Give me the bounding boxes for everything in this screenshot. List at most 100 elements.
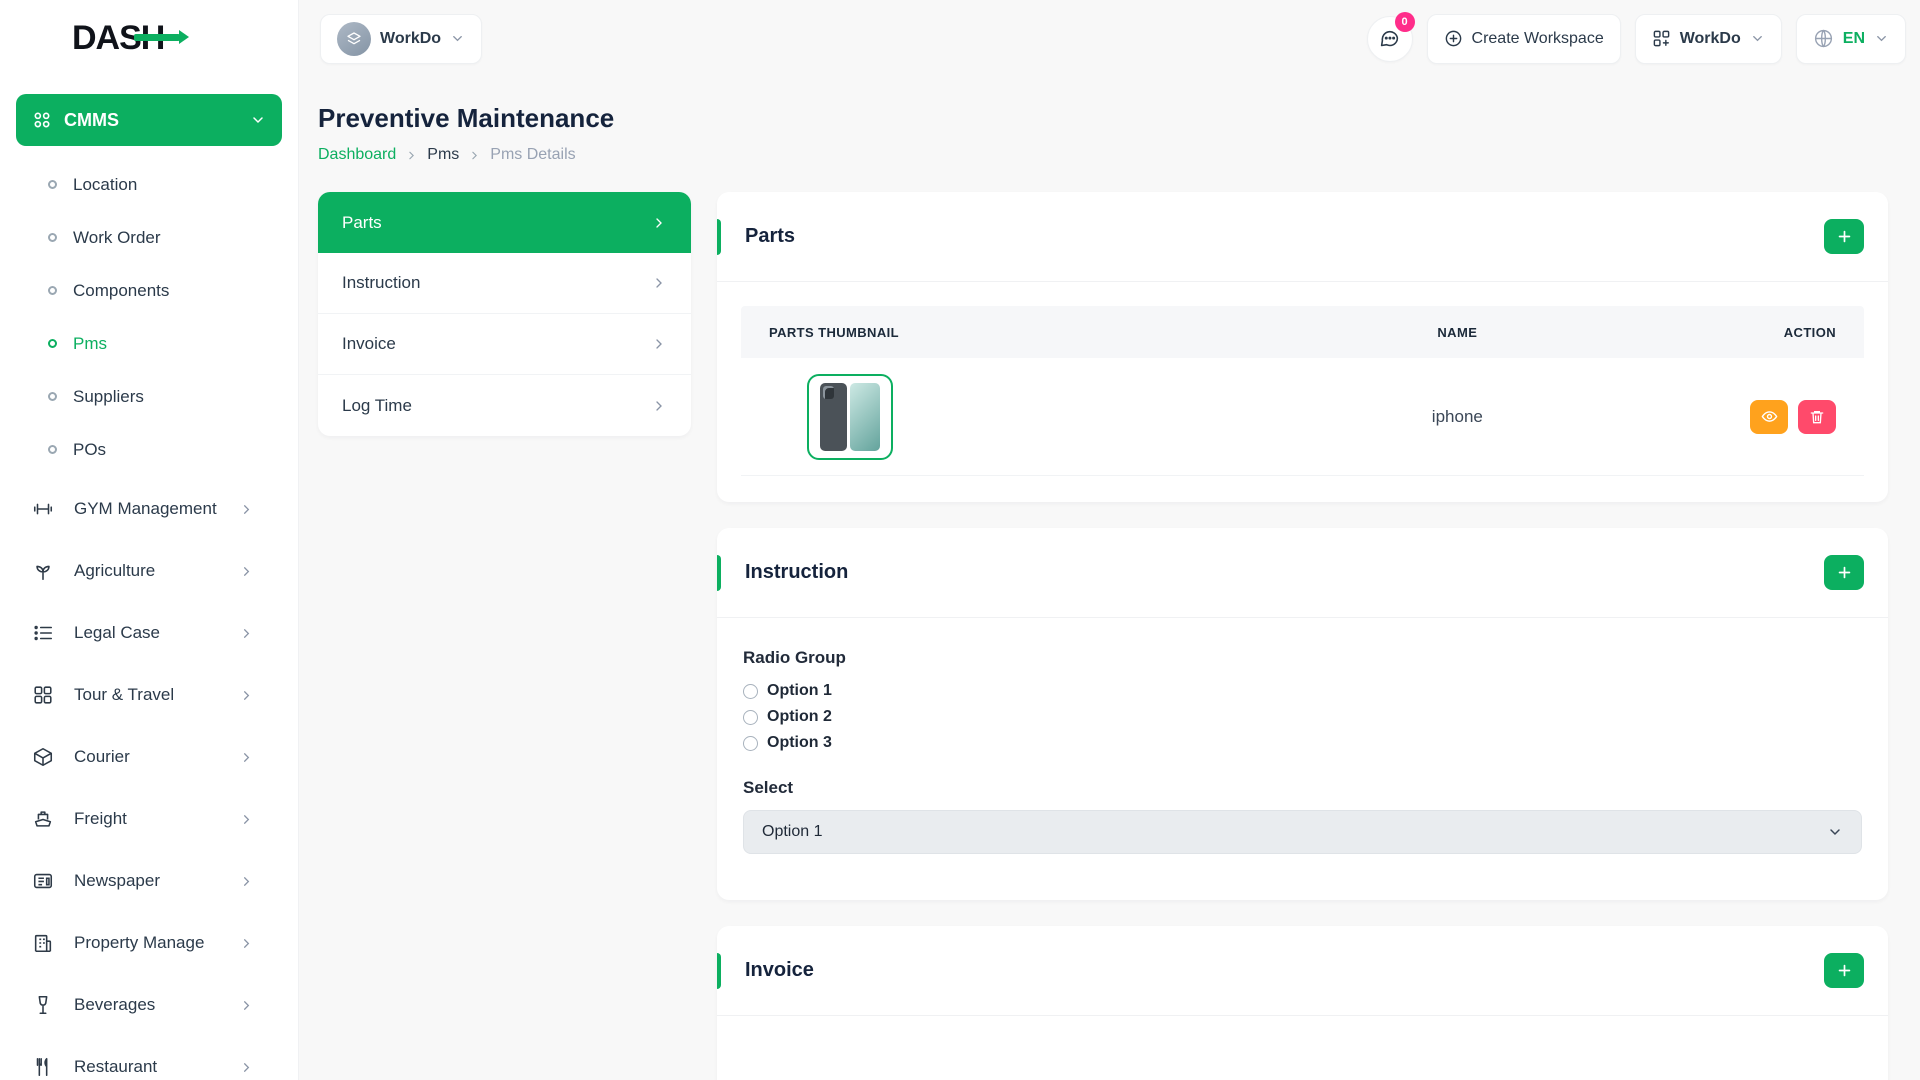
accent-bar — [717, 555, 721, 591]
sidebar: DASH CMMS Location Work Order Components… — [0, 0, 298, 1080]
col-action: ACTION — [1654, 325, 1864, 340]
parts-card-title: Parts — [741, 225, 795, 248]
chevron-right-icon — [239, 936, 254, 951]
app-switcher-dropdown[interactable]: WorkDo — [1635, 14, 1782, 64]
part-image — [820, 383, 880, 451]
parts-table-header: PARTS THUMBNAIL NAME ACTION — [741, 306, 1864, 358]
instruction-card: Instruction Radio Group Option 1 Option … — [717, 528, 1888, 900]
accent-bar — [717, 219, 721, 255]
bullet-icon — [48, 339, 57, 348]
sidebar-item-components[interactable]: Components — [0, 264, 298, 317]
sidebar-module-newspaper[interactable]: Newspaper — [0, 850, 298, 912]
sidebar-item-pms[interactable]: Pms — [0, 317, 298, 370]
invoice-card-title: Invoice — [741, 959, 814, 982]
restaurant-icon — [32, 1056, 54, 1078]
messages-count-badge: 0 — [1395, 12, 1415, 32]
plus-circle-icon — [1444, 29, 1463, 48]
sidebar-module-cmms[interactable]: CMMS — [16, 94, 282, 146]
sidebar-module-courier[interactable]: Courier — [0, 726, 298, 788]
radio-row-option-2: Option 2 — [743, 708, 1862, 726]
app-logo[interactable]: DASH — [72, 19, 164, 58]
col-name: NAME — [1261, 325, 1654, 340]
bullet-icon — [48, 392, 57, 401]
sidebar-module-tour-travel[interactable]: Tour & Travel — [0, 664, 298, 726]
menu-item-invoice[interactable]: Invoice — [318, 314, 691, 375]
chevron-right-icon — [239, 688, 254, 703]
sidebar-module-gym[interactable]: GYM Management — [0, 478, 298, 540]
add-instruction-button[interactable] — [1824, 555, 1864, 590]
chevron-right-icon — [239, 626, 254, 641]
messages-button[interactable]: 0 — [1367, 16, 1413, 62]
plus-icon — [1836, 564, 1853, 581]
radio-option-2[interactable] — [743, 710, 758, 725]
tour-travel-icon — [32, 684, 54, 706]
bullet-icon — [48, 286, 57, 295]
trash-icon — [1809, 409, 1825, 425]
chevron-right-icon — [239, 874, 254, 889]
sidebar-module-restaurant[interactable]: Restaurant — [0, 1036, 298, 1080]
chevron-down-icon — [250, 112, 266, 128]
plus-icon — [1836, 228, 1853, 245]
workspace-selector[interactable]: WorkDo — [320, 14, 482, 64]
radio-group-label: Radio Group — [743, 648, 1862, 668]
top-bar: WorkDo 0 Create Workspace WorkDo EN — [298, 0, 1920, 77]
sidebar-module-property-manage[interactable]: Property Manage — [0, 912, 298, 974]
instruction-select[interactable]: Option 1 — [743, 810, 1862, 854]
part-thumbnail[interactable] — [807, 374, 893, 460]
sidebar-item-location[interactable]: Location — [0, 158, 298, 211]
legal-case-icon — [32, 622, 54, 644]
delete-part-button[interactable] — [1798, 400, 1836, 434]
menu-item-instruction[interactable]: Instruction — [318, 253, 691, 314]
chevron-right-icon — [239, 502, 254, 517]
menu-item-log-time[interactable]: Log Time — [318, 375, 691, 436]
breadcrumb-pms[interactable]: Pms — [427, 146, 459, 164]
chevron-right-icon — [651, 275, 667, 291]
logo-arrow-icon — [134, 34, 180, 41]
radio-row-option-3: Option 3 — [743, 734, 1862, 752]
instruction-select-value: Option 1 — [762, 823, 822, 841]
add-part-button[interactable] — [1824, 219, 1864, 254]
main-content: Preventive Maintenance Dashboard Pms Pms… — [318, 77, 1888, 1080]
sidebar-module-agriculture[interactable]: Agriculture — [0, 540, 298, 602]
sidebar-module-legal-case[interactable]: Legal Case — [0, 602, 298, 664]
pm-section-menu: Parts Instruction Invoice Log Time — [318, 192, 691, 436]
bullet-icon — [48, 233, 57, 242]
chevron-right-icon — [468, 149, 481, 162]
grid-plus-icon — [1652, 29, 1671, 48]
language-selector[interactable]: EN — [1796, 14, 1906, 64]
bullet-icon — [48, 445, 57, 454]
sidebar-item-work-order[interactable]: Work Order — [0, 211, 298, 264]
chevron-right-icon — [651, 336, 667, 352]
radio-option-1[interactable] — [743, 684, 758, 699]
agriculture-icon — [32, 560, 54, 582]
sidebar-module-cmms-label: CMMS — [64, 110, 119, 131]
chevron-right-icon — [239, 1060, 254, 1075]
breadcrumb-dashboard[interactable]: Dashboard — [318, 146, 396, 164]
col-parts-thumbnail: PARTS THUMBNAIL — [741, 325, 1261, 340]
workspace-avatar — [337, 22, 371, 56]
eye-icon — [1761, 408, 1778, 425]
select-label: Select — [743, 778, 1862, 798]
instruction-card-title: Instruction — [741, 561, 848, 584]
chevron-right-icon — [239, 564, 254, 579]
chevron-down-icon — [1827, 824, 1843, 840]
sidebar-item-suppliers[interactable]: Suppliers — [0, 370, 298, 423]
menu-item-parts[interactable]: Parts — [318, 192, 691, 253]
radio-option-3[interactable] — [743, 736, 758, 751]
sidebar-module-freight[interactable]: Freight — [0, 788, 298, 850]
view-part-button[interactable] — [1750, 400, 1788, 434]
apps-grid-icon — [32, 110, 52, 130]
bullet-icon — [48, 180, 57, 189]
plus-icon — [1836, 962, 1853, 979]
chevron-right-icon — [239, 998, 254, 1013]
sidebar-module-beverages[interactable]: Beverages — [0, 974, 298, 1036]
gym-icon — [32, 498, 54, 520]
breadcrumb: Dashboard Pms Pms Details — [318, 146, 1888, 164]
globe-icon — [1813, 28, 1834, 49]
page-title: Preventive Maintenance — [318, 103, 1888, 134]
layers-icon — [346, 31, 362, 47]
create-workspace-button[interactable]: Create Workspace — [1427, 14, 1621, 64]
sidebar-item-pos[interactable]: POs — [0, 423, 298, 476]
add-invoice-button[interactable] — [1824, 953, 1864, 988]
chat-icon — [1379, 28, 1400, 49]
